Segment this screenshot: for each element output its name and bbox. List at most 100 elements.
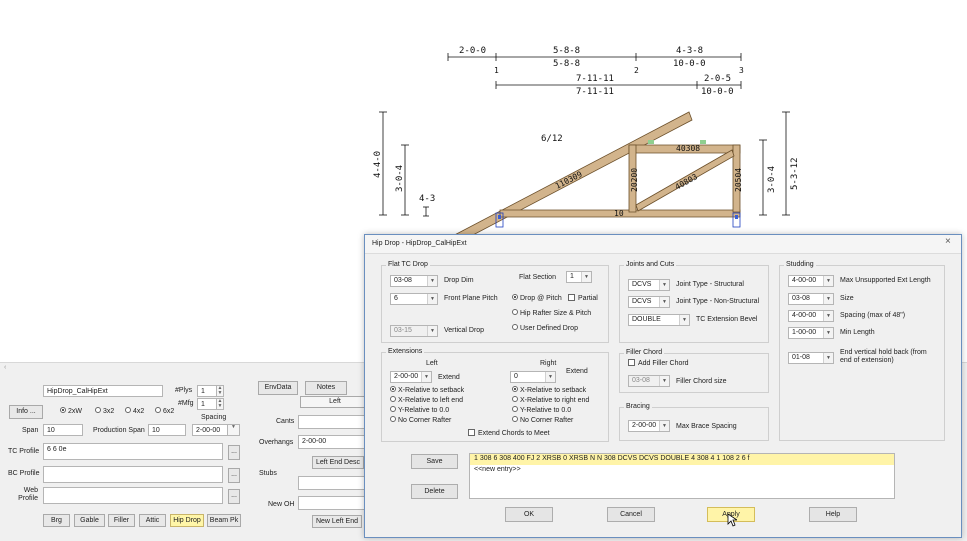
- tab-attic[interactable]: Attic: [139, 514, 166, 527]
- right-y-relative-radio[interactable]: Y-Relative to 0.0: [512, 406, 571, 416]
- filler-chord-size-dropdown[interactable]: 03-08 ▼: [628, 375, 670, 387]
- member-bottom: 10: [614, 209, 624, 218]
- brace-spacing-label: Max Brace Spacing: [676, 423, 737, 430]
- stubs-field[interactable]: [298, 476, 368, 490]
- spacing-dropdown-arrow[interactable]: ▼: [228, 424, 240, 436]
- joint-structural-dropdown[interactable]: DCVS ▼: [628, 279, 670, 291]
- front-pitch-dropdown[interactable]: 6 ▼: [390, 293, 438, 305]
- user-defined-drop-radio[interactable]: User Defined Drop: [512, 324, 578, 334]
- flat-section-dropdown[interactable]: 1 ▼: [566, 271, 592, 283]
- size-4x2-radio[interactable]: 4x2: [125, 407, 144, 417]
- size-3x2-radio[interactable]: 3x2: [95, 407, 114, 417]
- mfg-field[interactable]: 1: [197, 398, 217, 410]
- tc-bevel-dropdown[interactable]: DOUBLE ▼: [628, 314, 690, 326]
- hip-rafter-radio[interactable]: Hip Rafter Size & Pitch: [512, 309, 591, 319]
- plys-field[interactable]: 1: [197, 385, 217, 397]
- flat-tc-drop-legend: Flat TC Drop: [386, 260, 430, 270]
- spacing-dropdown[interactable]: 2-00-00: [192, 424, 228, 436]
- chevron-down-icon: ▼: [659, 421, 669, 431]
- vertical-drop-dropdown[interactable]: 03-15 ▼: [390, 325, 438, 337]
- tc-profile-field[interactable]: 6 6 0e: [43, 443, 223, 460]
- left-y-relative-radio[interactable]: Y-Relative to 0.0: [390, 406, 449, 416]
- web-profile-label: Web Profile: [18, 487, 38, 502]
- size-6x2-radio[interactable]: 6x2: [155, 407, 174, 417]
- joint-nonstructural-label: Joint Type - Non-Structural: [676, 298, 760, 305]
- bc-profile-browse-button[interactable]: ...: [228, 468, 240, 483]
- notes-button[interactable]: Notes: [305, 381, 347, 395]
- left-no-corner-radio[interactable]: No Corner Rafter: [390, 416, 451, 426]
- stud-min-length-dropdown[interactable]: 1-00-00 ▼: [788, 327, 834, 339]
- save-button[interactable]: Save: [411, 454, 458, 469]
- add-filler-chord-checkbox[interactable]: Add Filler Chord: [628, 358, 689, 369]
- tc-profile-label: TC Profile: [8, 448, 40, 455]
- hip-drop-entry-list[interactable]: 1 308 6 308 400 FJ 2 XRSB 0 XRSB N N 308…: [469, 453, 895, 499]
- chevron-down-icon: ▼: [679, 315, 689, 325]
- flat-section-label: Flat Section: [519, 274, 556, 281]
- span-field[interactable]: 10: [43, 424, 83, 436]
- right-extend-dropdown[interactable]: 0 ▼: [510, 371, 556, 383]
- bc-profile-field[interactable]: [43, 466, 223, 483]
- right-x-setback-radio[interactable]: X-Relative to setback: [512, 386, 586, 396]
- help-button[interactable]: Help: [809, 507, 857, 522]
- tc-profile-browse-button[interactable]: ...: [228, 445, 240, 460]
- ok-button[interactable]: OK: [505, 507, 553, 522]
- plys-spinner[interactable]: ▲ ▼: [217, 385, 224, 397]
- tab-hip-drop[interactable]: Hip Drop: [170, 514, 204, 527]
- envdata-button[interactable]: EnvData: [258, 381, 298, 395]
- drop-at-pitch-radio[interactable]: Drop @ Pitch: [512, 294, 562, 304]
- stud-size-dropdown[interactable]: 03-08 ▼: [788, 293, 834, 305]
- hip-drop-dialog: Hip Drop - HipDrop_CalHipExt × Flat TC D…: [364, 234, 962, 538]
- tab-gable[interactable]: Gable: [74, 514, 105, 527]
- new-oh-label: New OH: [268, 501, 295, 508]
- stud-spacing-dropdown[interactable]: 4-00-00 ▼: [788, 310, 834, 322]
- web-profile-field[interactable]: [43, 487, 223, 504]
- extensions-legend: Extensions: [386, 347, 425, 357]
- close-icon[interactable]: ×: [945, 237, 951, 247]
- cants-field[interactable]: [298, 415, 368, 429]
- tab-filler[interactable]: Filler: [108, 514, 135, 527]
- mouse-cursor-icon: [727, 513, 737, 527]
- drop-dim-label: Drop Dim: [444, 277, 474, 284]
- dim-seg3-bot: 10-0-0: [673, 59, 706, 69]
- right-no-corner-radio[interactable]: No Corner Rafter: [512, 416, 573, 426]
- dim-right-outer: 5-3-12: [790, 157, 800, 190]
- info-button[interactable]: Info ...: [9, 405, 43, 419]
- list-item[interactable]: <<new entry>>: [474, 465, 521, 475]
- dialog-titlebar[interactable]: Hip Drop - HipDrop_CalHipExt ×: [365, 235, 961, 254]
- bc-profile-label: BC Profile: [8, 470, 40, 477]
- size-2xw-radio[interactable]: 2xW: [60, 407, 82, 417]
- overhangs-field[interactable]: 2-00-00: [298, 435, 368, 449]
- tab-beam-pk[interactable]: Beam Pk: [207, 514, 241, 527]
- dim-seg2-top: 5-8-8: [553, 46, 580, 56]
- joint-nonstructural-dropdown[interactable]: DCVS ▼: [628, 296, 670, 308]
- chevron-down-icon: ▼: [659, 280, 669, 290]
- production-span-field[interactable]: 10: [148, 424, 186, 436]
- partial-checkbox[interactable]: Partial: [568, 293, 598, 304]
- cancel-button[interactable]: Cancel: [607, 507, 655, 522]
- span-label: Span: [22, 427, 39, 434]
- mfg-spinner[interactable]: ▲ ▼: [217, 398, 224, 410]
- dim-seg2-bot: 5-8-8: [553, 59, 580, 69]
- extend-chords-checkbox[interactable]: Extend Chords to Meet: [468, 428, 550, 439]
- left-tab[interactable]: Left: [300, 396, 370, 408]
- left-x-left-end-radio[interactable]: X-Relative to left end: [390, 396, 463, 406]
- left-end-desc-button[interactable]: Left End Desc: [312, 456, 364, 469]
- joint-structural-label: Joint Type - Structural: [676, 281, 744, 288]
- brace-spacing-dropdown[interactable]: 2-00-00 ▼: [628, 420, 670, 432]
- list-item[interactable]: 1 308 6 308 400 FJ 2 XRSB 0 XRSB N N 308…: [470, 454, 894, 465]
- holdback-dropdown[interactable]: 01-08 ▼: [788, 352, 834, 364]
- bracing-legend: Bracing: [624, 402, 652, 412]
- right-x-right-end-radio[interactable]: X-Relative to right end: [512, 396, 589, 406]
- left-x-setback-radio[interactable]: X-Relative to setback: [390, 386, 464, 396]
- tab-brg[interactable]: Brg: [43, 514, 70, 527]
- truss-name-field[interactable]: HipDrop_CalHipExt: [43, 385, 163, 397]
- new-oh-field[interactable]: [298, 496, 368, 510]
- left-extend-dropdown[interactable]: 2-00-00 ▼: [390, 371, 432, 383]
- max-ext-length-dropdown[interactable]: 4-00-00 ▼: [788, 275, 834, 287]
- new-left-end-button[interactable]: New Left End: [312, 515, 362, 528]
- drop-dim-dropdown[interactable]: 03-08 ▼: [390, 275, 438, 287]
- collapse-arrow-icon[interactable]: ‹: [4, 363, 6, 373]
- delete-button[interactable]: Delete: [411, 484, 458, 499]
- web-profile-browse-button[interactable]: ...: [228, 489, 240, 504]
- member-top-right: 40308: [676, 144, 700, 153]
